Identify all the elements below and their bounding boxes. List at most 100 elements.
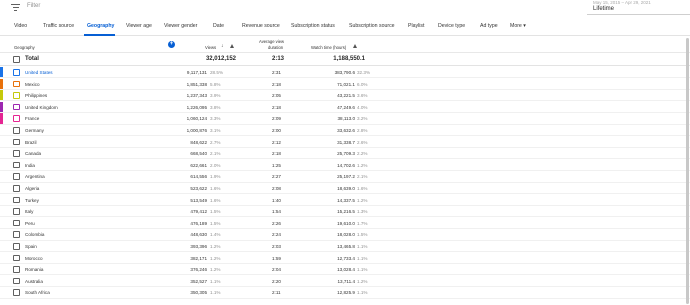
series-color-bar [0,183,3,193]
table-row[interactable]: Algeria 523,622 1.6% 2:08 18,639.0 1.6% [0,183,690,195]
table-row[interactable]: South Africa 350,305 1.1% 2:11 12,825.9 1.1% [0,287,690,299]
row-checkbox[interactable] [13,243,20,250]
watch-time-percent: 6.0% [357,81,368,87]
row-checkbox[interactable] [13,115,20,122]
tab-subscription-source[interactable]: Subscription source [349,23,395,29]
column-header-geography[interactable]: Geography [14,45,35,50]
row-checkbox[interactable] [13,289,20,296]
views-value: 476,189 [190,220,207,226]
table-row[interactable]: United States 9,117,131 28.5% 2:31 383,790.6… [0,67,690,79]
row-checkbox[interactable] [13,69,20,76]
avd-value: 2:08 [272,186,281,191]
tab-video[interactable]: Video [14,23,27,29]
views-percent: 2.7% [210,139,221,145]
table-row[interactable]: Peru 476,189 1.5% 2:26 19,610.0 1.7% [0,218,690,229]
tab-viewer-gender[interactable]: Viewer gender [164,23,197,29]
tab-device-type[interactable]: Device type [438,23,465,29]
series-color-bar [0,171,3,181]
row-checkbox[interactable] [13,161,20,169]
avd-value: 2:26 [272,220,281,226]
row-checkbox[interactable] [13,127,20,134]
views-value: 668,540 [190,151,207,157]
tab-date[interactable]: Date [213,23,224,29]
views-percent: 2.1% [210,151,221,157]
tab-geography[interactable]: Geography [87,23,114,29]
row-checkbox[interactable] [13,185,20,192]
table-row[interactable]: Mexico 1,851,338 5.8% 2:18 71,021.1 6.0% [0,78,690,90]
tab-more[interactable]: More ▾ [510,23,526,29]
views-value: 1,226,095 [186,104,207,110]
scrollbar-thumb[interactable] [686,38,689,304]
table-row[interactable]: Turkey 513,549 1.6% 1:40 14,337.5 1.2% [0,195,690,206]
tab-traffic-source[interactable]: Traffic source [43,23,74,29]
total-avd: 2:13 [272,56,285,62]
filter-icon[interactable] [11,3,20,11]
country-name: Canada [25,151,42,157]
row-checkbox[interactable] [13,138,20,146]
sort-descending-icon[interactable]: ↓ [221,43,224,49]
table-row[interactable]: Philippines 1,237,343 3.9% 2:05 43,221.5 3.6% [0,90,690,102]
table-row[interactable]: France 1,060,124 3.3% 2:09 38,113.0 3.2% [0,113,690,125]
views-percent: 1.1% [210,278,221,284]
avd-value: 2:20 [272,278,281,284]
table-row[interactable]: Brazil 848,622 2.7% 2:12 31,338.7 2.6% [0,137,690,148]
table-row[interactable]: Australia 352,527 1.1% 2:20 13,711.4 1.2% [0,276,690,287]
tab-subscription-status[interactable]: Subscription status [291,23,335,29]
country-name: Australia [25,278,43,284]
watch-time-value: 31,338.7 [337,139,355,145]
views-percent: 1.2% [210,255,221,261]
column-header-watch-time[interactable]: Watch time (hours) [311,45,346,50]
avd-value: 1:59 [272,255,281,261]
row-checkbox[interactable] [13,254,20,262]
row-checkbox[interactable] [13,208,20,215]
views-percent: 2.0% [210,162,221,168]
table-row[interactable]: Argentina 614,556 1.9% 2:27 25,197.2 2.1% [0,171,690,183]
watch-time-value: 38,113.0 [337,116,355,122]
country-name: Spain [25,244,37,249]
views-percent: 3.3% [210,116,221,122]
warning-icon [230,44,234,48]
tab-playlist[interactable]: Playlist [408,23,424,29]
avd-value: 2:27 [272,174,281,180]
table-header: Geography Views Average view duration Wa… [0,37,690,53]
row-checkbox[interactable] [13,277,20,285]
table-row[interactable]: Canada 668,540 2.1% 2:18 25,709.3 2.2% [0,148,690,160]
tab-ad-type[interactable]: Ad type [480,23,498,29]
column-header-avd-line2[interactable]: duration [268,45,283,50]
table-row[interactable]: Morocco 382,171 1.2% 1:59 12,733.4 1.1% [0,253,690,264]
total-watch-time: 1,188,550.1 [333,56,365,62]
views-percent: 1.2% [210,244,221,249]
table-row[interactable]: India 622,661 2.0% 1:25 14,702.6 1.2% [0,160,690,171]
row-checkbox[interactable] [13,231,20,238]
views-percent: 1.6% [210,186,221,191]
watch-time-percent: 2.6% [357,139,368,145]
views-value: 479,412 [190,209,207,215]
total-checkbox[interactable] [13,56,20,63]
filter-input[interactable]: Filter [27,3,40,9]
row-checkbox[interactable] [13,150,20,157]
row-checkbox[interactable] [13,266,20,273]
row-checkbox[interactable] [13,219,20,227]
row-checkbox[interactable] [13,92,20,99]
views-value: 352,527 [190,278,207,284]
watch-time-percent: 3.2% [357,116,368,122]
table-row[interactable]: Italy 479,412 1.5% 1:54 15,216.5 1.3% [0,206,690,218]
date-range-picker[interactable]: May 15, 2015 – Apr 29, 2021 Lifetime [587,0,690,15]
tab-viewer-age[interactable]: Viewer age [126,23,152,29]
row-checkbox[interactable] [13,80,20,88]
table-row[interactable]: Romania 376,246 1.2% 2:04 13,028.4 1.1% [0,264,690,276]
column-header-avd-line1[interactable]: Average view [259,39,284,44]
table-row[interactable]: Colombia 448,630 1.4% 2:24 18,028.0 1.5% [0,229,690,241]
table-row[interactable]: Germany 1,000,876 3.1% 2:00 33,632.6 2.8% [0,125,690,137]
table-row[interactable]: Spain 393,396 1.2% 2:03 13,465.8 1.1% [0,241,690,253]
series-color-bar [0,287,3,297]
watch-time-percent: 1.6% [357,186,368,191]
row-checkbox[interactable] [13,103,20,111]
row-checkbox[interactable] [13,196,20,204]
table-row[interactable]: United Kingdom 1,226,095 3.8% 2:18 47,249.6 4… [0,101,690,113]
row-checkbox[interactable] [13,173,20,180]
watch-time-percent: 1.2% [357,197,368,203]
add-metric-icon[interactable]: + [168,41,175,48]
column-header-views[interactable]: Views [205,45,216,50]
tab-revenue-source[interactable]: Revenue source [242,23,280,29]
